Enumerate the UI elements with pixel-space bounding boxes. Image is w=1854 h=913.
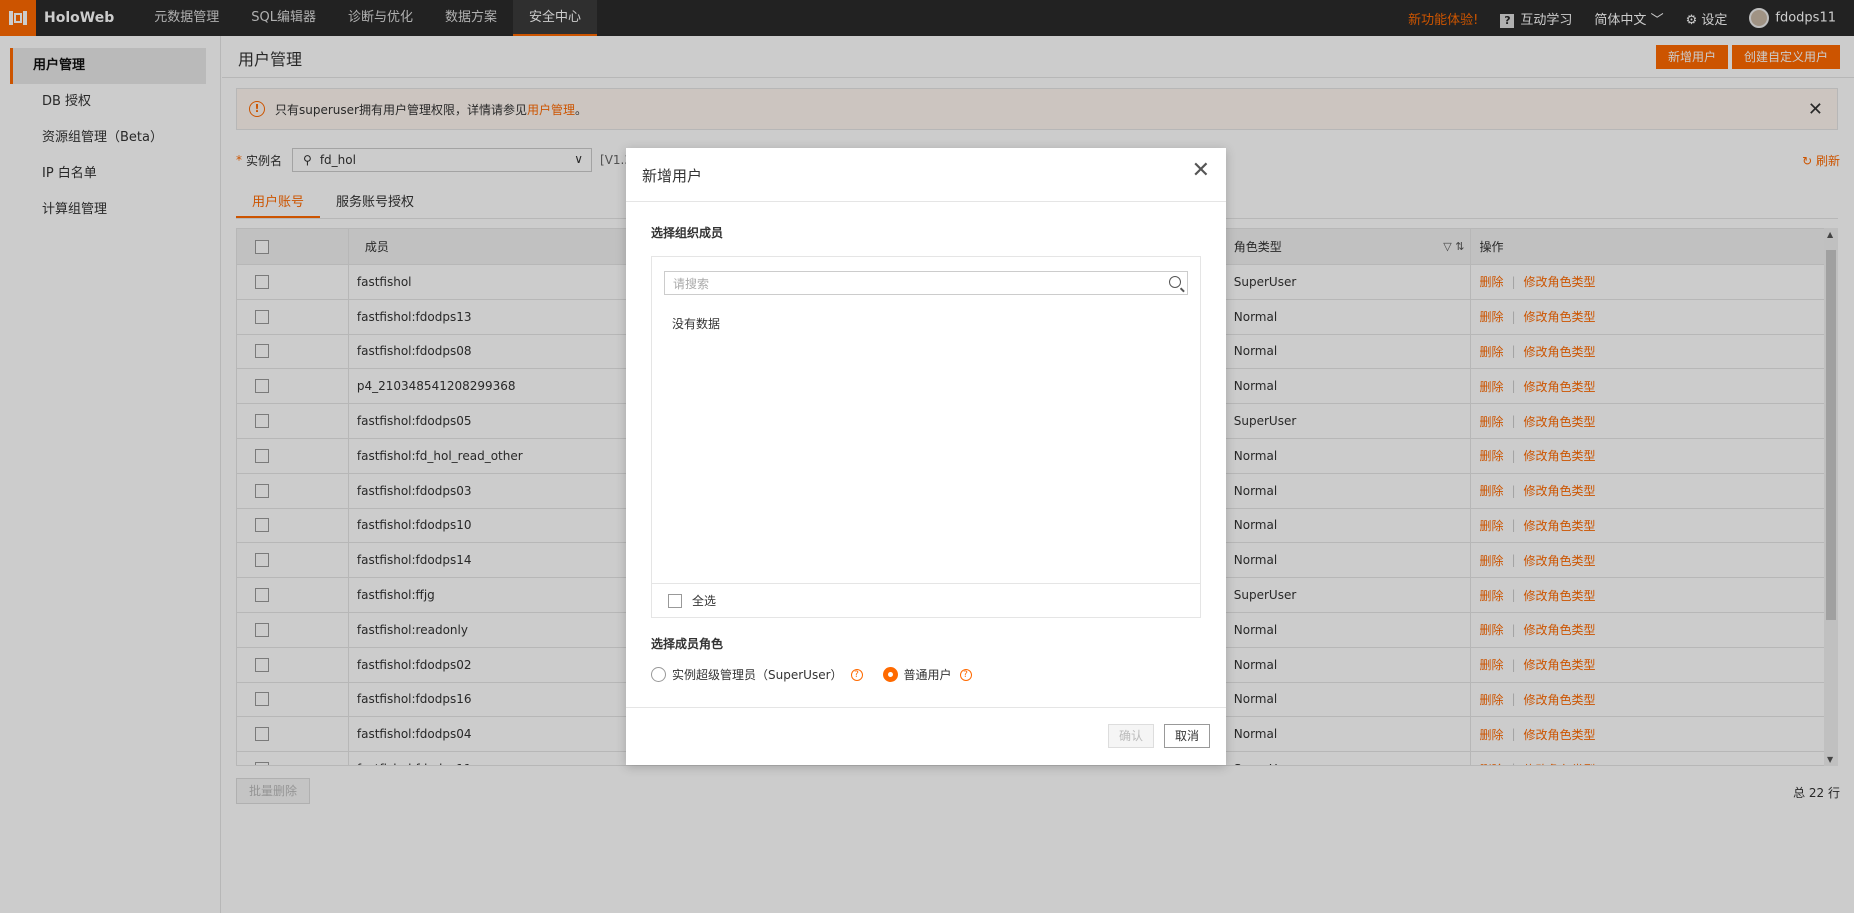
member-picker: 请搜索 没有数据 全选	[651, 256, 1201, 618]
select-all-members-checkbox[interactable]	[668, 593, 682, 608]
confirm-button[interactable]: 确认	[1107, 724, 1154, 748]
select-role-label: 选择成员角色	[651, 637, 724, 651]
empty-state: 没有数据	[672, 317, 721, 331]
help-circle-icon[interactable]: ?	[850, 668, 863, 681]
dialog-title: 新增用户	[642, 167, 703, 185]
cancel-button[interactable]: 取消	[1163, 724, 1210, 748]
select-all-label: 全选	[692, 594, 717, 608]
normal-user-label[interactable]: 普通用户	[904, 666, 952, 683]
dialog-footer: 确认 取消	[626, 707, 1226, 765]
select-members-label: 选择组织成员	[651, 226, 724, 240]
help-circle-icon[interactable]: ?	[959, 668, 972, 681]
close-icon[interactable]: ✕	[1192, 158, 1210, 183]
search-icon[interactable]	[1169, 276, 1181, 288]
dialog-header: 新增用户 ✕	[626, 148, 1226, 202]
new-user-dialog: 新增用户 ✕ 选择组织成员 请搜索 没有数据 全选 选择成员角色 实例超级管理员…	[626, 148, 1226, 765]
superuser-label[interactable]: 实例超级管理员（SuperUser）	[672, 666, 843, 683]
member-search-input[interactable]: 请搜索	[664, 271, 1188, 295]
role-radio-group: 实例超级管理员（SuperUser） ? 普通用户 ?	[651, 666, 972, 683]
search-placeholder: 请搜索	[673, 276, 710, 291]
normal-user-radio[interactable]	[882, 667, 898, 682]
select-all-row[interactable]: 全选	[652, 583, 1200, 617]
superuser-radio[interactable]	[651, 667, 666, 682]
